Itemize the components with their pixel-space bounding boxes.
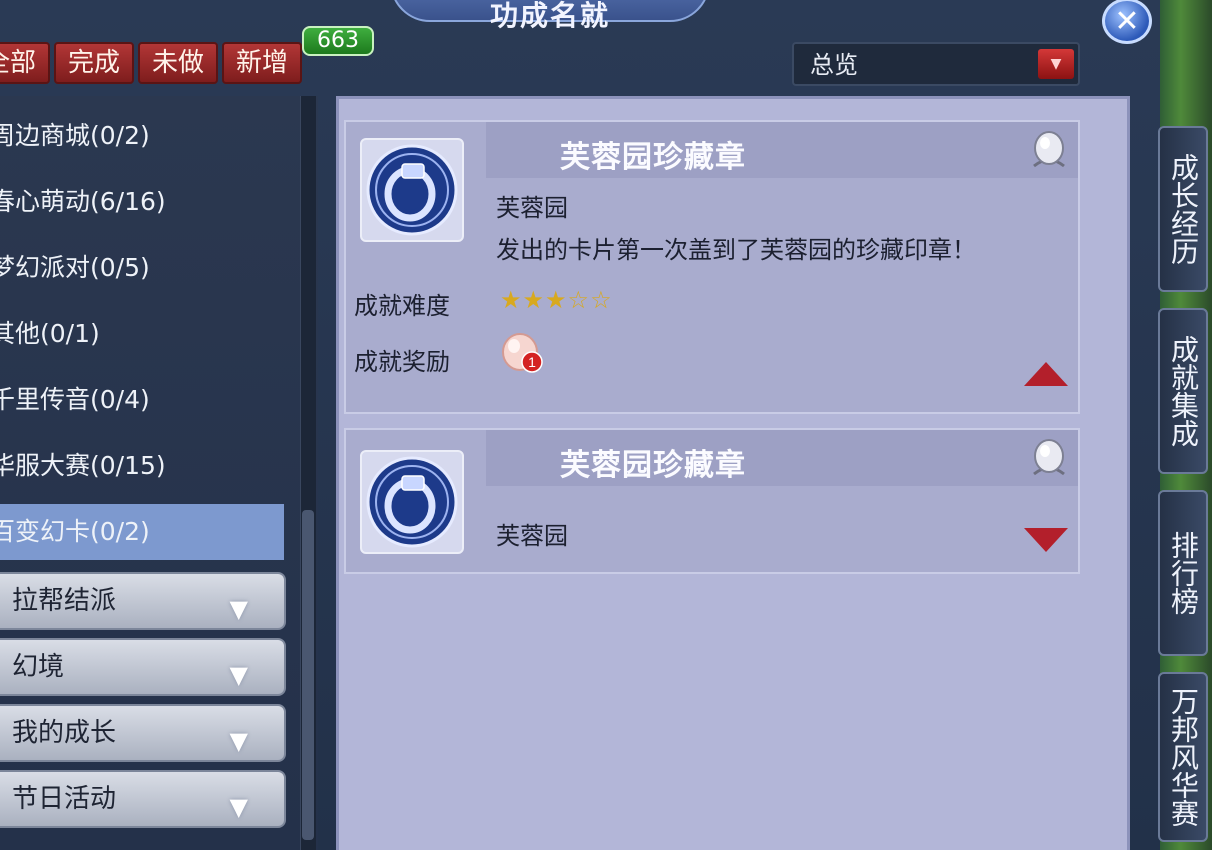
category-item[interactable]: 梦幻派对(0/5) xyxy=(0,240,284,296)
achievement-subtitle: 芙蓉园 xyxy=(496,522,568,550)
group-label: 拉帮结派 xyxy=(12,586,117,616)
group-label: 幻境 xyxy=(12,652,65,682)
category-item[interactable]: 周边商城(0/2) xyxy=(0,108,284,164)
category-item[interactable]: 春心萌动(6/16) xyxy=(0,174,284,230)
achievement-subtitle: 芙蓉园 xyxy=(496,194,568,222)
chevron-down-icon: ▼ xyxy=(229,793,248,821)
chevron-up-icon[interactable] xyxy=(1024,362,1068,386)
tab-completed[interactable]: 完成 xyxy=(54,42,135,84)
category-item-selected[interactable]: 百变幻卡(0/2) xyxy=(0,504,284,560)
silver-medal-icon xyxy=(1033,439,1065,476)
achievement-card[interactable]: 芙蓉园珍藏章 芙蓉园 xyxy=(344,428,1080,574)
achievement-card[interactable]: 芙蓉园珍藏章 芙蓉园 发出的卡片第一次盖到了芙蓉园的珍藏印章！ 成就难度 ★★★… xyxy=(344,120,1080,414)
group-button[interactable]: 幻境 ▼ xyxy=(0,638,286,696)
ring-emblem-icon xyxy=(360,450,464,554)
chevron-down-icon: ▼ xyxy=(229,595,248,623)
difficulty-stars: ★★★☆☆ xyxy=(500,286,613,314)
achievement-title: 芙蓉园珍藏章 xyxy=(560,140,746,175)
tab-leaderboard[interactable]: 排行榜 xyxy=(1158,490,1208,656)
reward-label: 成就奖励 xyxy=(354,348,450,376)
group-label: 节日活动 xyxy=(12,784,117,814)
close-button[interactable]: ✕ xyxy=(1102,0,1152,44)
tab-growth-history[interactable]: 成长经历 xyxy=(1158,126,1208,292)
group-label: 我的成长 xyxy=(12,718,117,748)
achievement-description: 发出的卡片第一次盖到了芙蓉园的珍藏印章！ xyxy=(496,236,976,264)
overview-select[interactable]: 总览 ▼ xyxy=(792,42,1080,86)
filter-tabs: 全部 完成 未做 新增 xyxy=(0,42,303,84)
category-item[interactable]: 华服大赛(0/15) xyxy=(0,438,284,494)
achievement-title: 芙蓉园珍藏章 xyxy=(560,448,746,483)
tab-wanbang-contest[interactable]: 万邦风华赛 xyxy=(1158,672,1208,842)
ring-emblem-icon xyxy=(360,138,464,242)
chevron-down-icon: ▼ xyxy=(229,727,248,755)
chevron-down-icon[interactable] xyxy=(1024,528,1068,552)
new-count-badge: 663 xyxy=(302,26,374,56)
group-button[interactable]: 我的成长 ▼ xyxy=(0,704,286,762)
overview-select-value: 总览 xyxy=(810,51,858,79)
tab-achievement-collection[interactable]: 成就集成 xyxy=(1158,308,1208,474)
tab-not-done[interactable]: 未做 xyxy=(138,42,219,84)
difficulty-label: 成就难度 xyxy=(354,292,450,320)
tab-all[interactable]: 全部 xyxy=(0,42,51,84)
tab-new[interactable]: 新增 xyxy=(222,42,303,84)
peach-reward-icon[interactable]: 1 xyxy=(498,328,546,376)
chevron-down-icon: ▼ xyxy=(229,661,248,689)
category-item[interactable]: 千里传音(0/4) xyxy=(0,372,284,428)
silver-medal-icon xyxy=(1033,131,1065,168)
reward-count: 1 xyxy=(528,354,536,370)
sidebar-scrollbar-thumb[interactable] xyxy=(302,510,314,840)
category-item[interactable]: 其他(0/1) xyxy=(0,306,284,362)
window-title: 功成名就 xyxy=(390,0,710,32)
group-button[interactable]: 节日活动 ▼ xyxy=(0,770,286,828)
achievement-window: 功成名就 全部 完成 未做 新增 663 总览 ▼ 周边商城(0/2) 春心萌动… xyxy=(0,0,1160,850)
group-button[interactable]: 拉帮结派 ▼ xyxy=(0,572,286,630)
chevron-down-icon[interactable]: ▼ xyxy=(1038,49,1074,79)
